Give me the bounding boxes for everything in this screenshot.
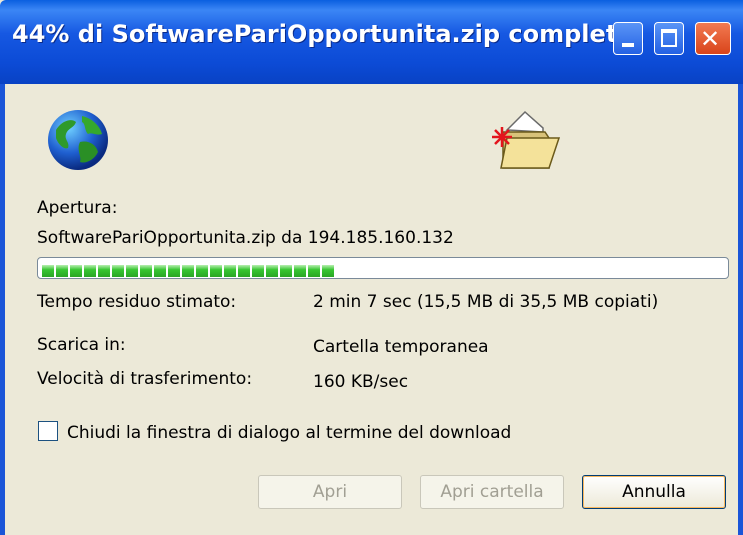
download-to-label: Scarica in:: [37, 335, 126, 355]
progress-block: [56, 265, 68, 277]
progress-block: [252, 265, 264, 277]
progress-block: [322, 265, 334, 277]
progress-block: [84, 265, 96, 277]
minimize-button[interactable]: [613, 22, 643, 55]
progress-block: [308, 265, 320, 277]
globe-icon: [48, 110, 108, 170]
window-border-left: [0, 84, 5, 535]
close-on-complete-label[interactable]: Chiudi la finestra di dialogo al termine…: [67, 423, 511, 443]
window-title: 44% di SoftwarePariOpportunita.zip compl…: [12, 20, 645, 48]
progress-block: [182, 265, 194, 277]
time-remaining-label: Tempo residuo stimato:: [37, 292, 237, 312]
progress-block: [294, 265, 306, 277]
progress-block: [112, 265, 124, 277]
progress-block: [42, 265, 54, 277]
download-to-value: Cartella temporanea: [313, 337, 489, 357]
progress-bar: [37, 257, 729, 279]
open-folder-icon: [492, 110, 561, 169]
opening-label: Apertura:: [37, 198, 118, 218]
maximize-button[interactable]: [654, 22, 684, 55]
close-button[interactable]: ✕: [695, 22, 731, 55]
source-text: SoftwarePariOpportunita.zip da 194.185.1…: [37, 228, 454, 248]
progress-block: [238, 265, 250, 277]
close-on-complete-checkbox[interactable]: [38, 421, 58, 441]
download-dialog: 44% di SoftwarePariOpportunita.zip compl…: [0, 0, 743, 535]
cancel-button[interactable]: Annulla: [582, 475, 726, 509]
progress-block: [70, 265, 82, 277]
progress-block: [168, 265, 180, 277]
transfer-rate-label: Velocità di trasferimento:: [37, 369, 253, 389]
close-icon: ✕: [700, 25, 721, 53]
progress-block: [154, 265, 166, 277]
window-border-right: [738, 84, 743, 535]
progress-block: [140, 265, 152, 277]
progress-block: [126, 265, 138, 277]
time-remaining-value: 2 min 7 sec (15,5 MB di 35,5 MB copiati): [313, 292, 659, 312]
minimize-icon: [622, 43, 634, 47]
progress-block: [224, 265, 236, 277]
progress-block: [98, 265, 110, 277]
title-bar[interactable]: 44% di SoftwarePariOpportunita.zip compl…: [0, 0, 743, 84]
progress-block: [196, 265, 208, 277]
open-button[interactable]: Apri: [258, 475, 402, 509]
progress-block: [210, 265, 222, 277]
transfer-rate-value: 160 KB/sec: [313, 372, 409, 392]
maximize-icon: [661, 29, 677, 47]
open-folder-button[interactable]: Apri cartella: [420, 475, 564, 509]
progress-block: [266, 265, 278, 277]
progress-fill: [42, 262, 728, 277]
progress-block: [280, 265, 292, 277]
